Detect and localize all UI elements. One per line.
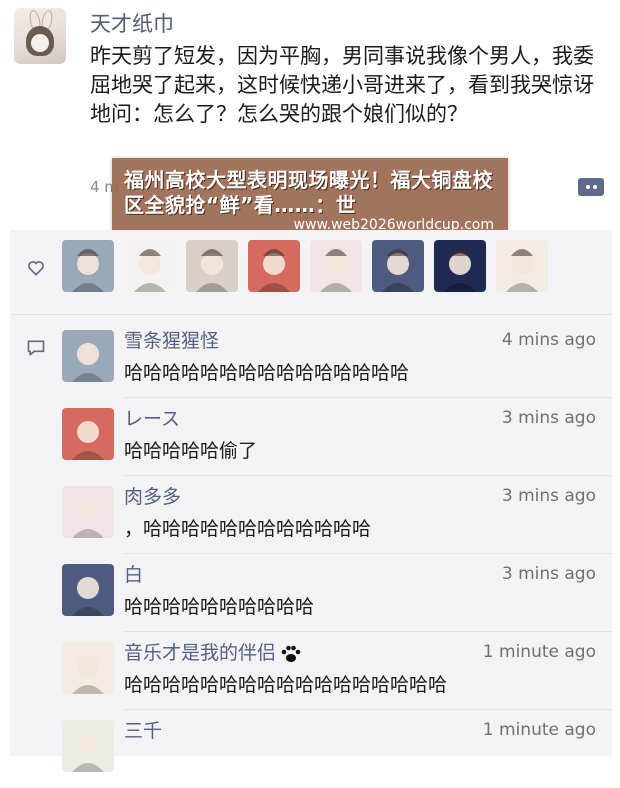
commenter-name[interactable]: 白	[124, 560, 143, 587]
commenter-avatar[interactable]	[62, 720, 114, 772]
avatar-girl-santa-hat-icon[interactable]	[124, 240, 176, 292]
commenter-avatar[interactable]	[62, 408, 114, 460]
commenter-name[interactable]: 音乐才是我的伴侣	[124, 638, 302, 665]
commenter-name[interactable]: レース	[124, 404, 180, 431]
dot-icon	[592, 185, 597, 189]
comment-time: 3 mins ago	[501, 564, 596, 584]
interactions-panel: 雪条猩猩怪 4 mins ago 哈哈哈哈哈哈哈哈哈哈哈哈哈哈哈レース 3 mins …	[10, 230, 612, 772]
comment-row[interactable]: 音乐才是我的伴侣 1 minute ago 哈哈哈哈哈哈哈哈哈哈哈哈哈哈哈哈哈	[58, 632, 612, 710]
commenter-name[interactable]: 雪条猩猩怪	[124, 326, 219, 353]
comment-text: 哈哈哈哈哈哈哈哈哈哈哈哈哈哈哈哈哈	[124, 674, 448, 696]
comment-icon	[27, 340, 45, 356]
avatar-pink-bunny-icon[interactable]	[310, 240, 362, 292]
commenter-avatar[interactable]	[62, 486, 114, 538]
banner-headline: 福州高校大型表明现场曝光！福大铜盘校区全貌抢“鲜”看……：世	[124, 168, 493, 217]
comment-time: 3 mins ago	[501, 408, 596, 428]
more-options-button[interactable]	[578, 178, 604, 196]
comment-row[interactable]: 白 3 mins ago 哈哈哈哈哈哈哈哈哈哈	[58, 554, 612, 632]
avatar-dark-anime-girl-icon[interactable]	[372, 240, 424, 292]
paw-emoji-icon	[281, 645, 301, 662]
comment-row[interactable]: 三千 1 minute ago	[58, 710, 612, 788]
comment-text: 哈哈哈哈哈哈哈哈哈哈	[124, 596, 315, 618]
heart-icon	[28, 261, 44, 276]
comment-text: 哈哈哈哈哈哈哈哈哈哈哈哈哈哈哈	[124, 362, 410, 384]
comment-row[interactable]: レース 3 mins ago 哈哈哈哈哈偷了	[58, 398, 612, 476]
avatar-santa-hat-girl-icon[interactable]	[186, 240, 238, 292]
comment-time: 3 mins ago	[501, 486, 596, 506]
commenter-avatar[interactable]	[62, 642, 114, 694]
likes-row	[10, 230, 612, 314]
post-text: 昨天剪了短发，因为平胸，男同事说我像个男人，我委屈地哭了起来，这时候快递小哥进来…	[90, 44, 594, 126]
commenter-name[interactable]: 三千	[124, 716, 162, 743]
poster-avatar[interactable]	[14, 8, 66, 64]
avatar-night-sky-icon[interactable]	[434, 240, 486, 292]
commenter-name[interactable]: 肉多多	[124, 482, 181, 509]
commenter-avatar[interactable]	[62, 330, 114, 382]
dot-icon	[585, 185, 590, 189]
comment-row[interactable]: 肉多多 3 mins ago ，哈哈哈哈哈哈哈哈哈哈哈哈	[58, 476, 612, 554]
avatar-santa-girl-icon[interactable]	[62, 240, 114, 292]
divider	[10, 314, 612, 315]
comment-text: 哈哈哈哈哈偷了	[124, 440, 258, 462]
comment-text: ，哈哈哈哈哈哈哈哈哈哈哈哈	[124, 518, 372, 540]
comment-row[interactable]: 雪条猩猩怪 4 mins ago 哈哈哈哈哈哈哈哈哈哈哈哈哈哈哈	[58, 320, 612, 398]
comment-time: 4 mins ago	[501, 330, 596, 350]
commenter-avatar[interactable]	[62, 564, 114, 616]
comment-time: 1 minute ago	[482, 720, 596, 740]
avatar-red-hair-girl-icon[interactable]	[248, 240, 300, 292]
avatar-cute-bear-icon[interactable]	[496, 240, 548, 292]
poster-username[interactable]: 天才纸巾	[90, 8, 174, 38]
comment-time: 1 minute ago	[482, 642, 596, 662]
